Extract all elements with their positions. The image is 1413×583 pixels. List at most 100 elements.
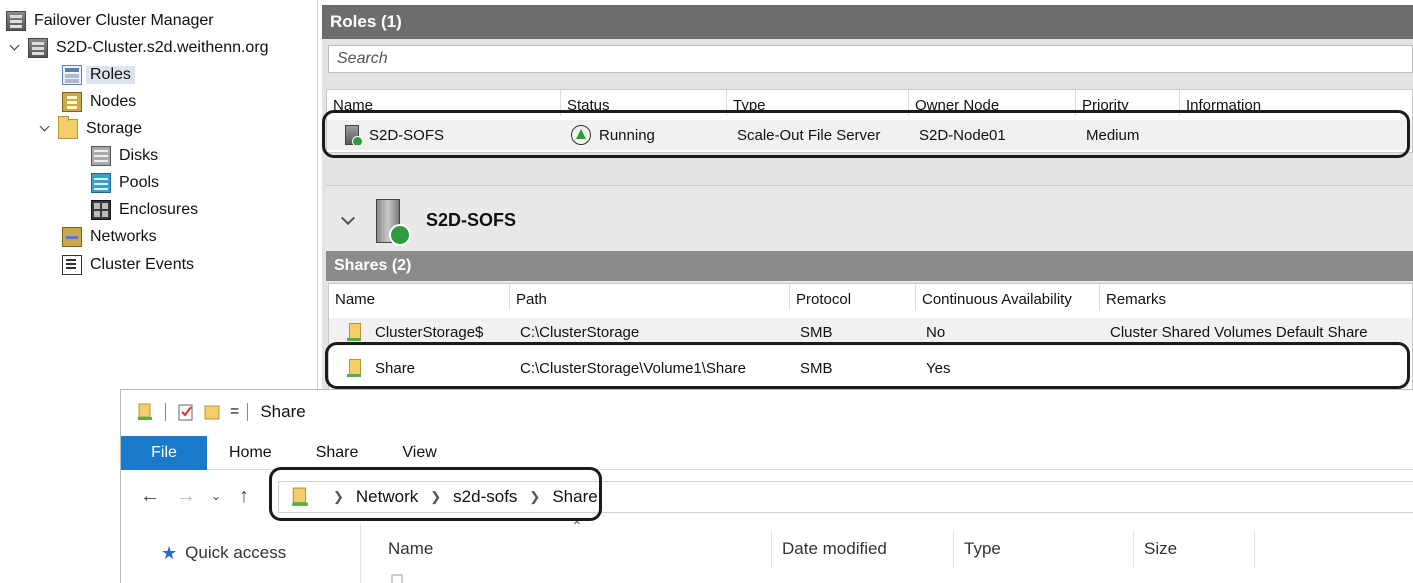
column-header-size[interactable]: Size xyxy=(1144,534,1177,564)
role-status: Running xyxy=(599,126,655,144)
chevron-down-icon[interactable] xyxy=(340,213,356,229)
tab-file[interactable]: File xyxy=(121,435,207,470)
roles-header: Roles (1) xyxy=(322,5,1413,39)
share-path: C:\ClusterStorage\Volume1\Share xyxy=(520,359,746,377)
share-protocol: SMB xyxy=(800,323,833,341)
breadcrumb-server[interactable]: s2d-sofs xyxy=(453,487,517,507)
role-detail-header: S2D-SOFS xyxy=(326,185,1413,255)
share-ca: Yes xyxy=(926,359,951,377)
column-header-type[interactable]: Type xyxy=(727,90,909,116)
tree-root-label: Failover Cluster Manager xyxy=(34,12,214,29)
shares-header: Shares (2) xyxy=(326,251,1413,281)
properties-icon[interactable] xyxy=(178,403,194,421)
column-divider[interactable] xyxy=(1133,530,1134,568)
file-list-header: ★ Quick access ⌃ Name Date modified Type… xyxy=(121,518,1413,583)
shares-title: Shares (2) xyxy=(334,257,412,274)
ribbon-tabs: File Home Share View xyxy=(121,435,1413,470)
tree-cluster-label: S2D-Cluster.s2d.weithenn.org xyxy=(56,39,269,56)
table-row[interactable]: Share C:\ClusterStorage\Volume1\Share SM… xyxy=(329,354,1412,382)
running-status-icon xyxy=(571,125,591,145)
quick-access-toolbar: = Share xyxy=(121,390,1413,434)
file-explorer-window: = Share File Home Share View ← → ⌄ ↑ ❯ N… xyxy=(120,389,1413,583)
star-icon: ★ xyxy=(161,542,178,563)
column-header-priority[interactable]: Priority xyxy=(1076,90,1180,116)
tree-item-enclosures[interactable]: Enclosures xyxy=(91,198,198,222)
enclosures-icon xyxy=(91,200,111,220)
shares-table: Name Path Protocol Continuous Availabili… xyxy=(328,283,1413,393)
tree-item-cluster-events[interactable]: Cluster Events xyxy=(62,253,194,277)
table-row[interactable]: ClusterStorage$ C:\ClusterStorage SMB No… xyxy=(329,318,1412,346)
column-header-status[interactable]: Status xyxy=(561,90,727,116)
tab-view[interactable]: View xyxy=(380,436,458,470)
breadcrumb-chevron-icon[interactable]: ❯ xyxy=(430,489,441,505)
forward-arrow-icon[interactable]: → xyxy=(173,481,199,511)
column-header-owner-node[interactable]: Owner Node xyxy=(909,90,1076,116)
tree-item-roles[interactable]: Roles xyxy=(62,63,135,87)
cluster-events-icon xyxy=(62,255,82,275)
tree-item-disks[interactable]: Disks xyxy=(91,144,158,168)
tree-item-label: Disks xyxy=(119,147,159,164)
column-header-date-modified[interactable]: Date modified xyxy=(782,534,887,564)
shared-folder-icon xyxy=(347,323,365,341)
tab-share[interactable]: Share xyxy=(294,436,381,470)
roles-title: Roles (1) xyxy=(330,12,402,31)
address-bar[interactable]: ❯ Network ❯ s2d-sofs ❯ Share xyxy=(278,481,1413,513)
tree-root[interactable]: Failover Cluster Manager xyxy=(6,9,214,33)
breadcrumb-chevron-icon[interactable]: ❯ xyxy=(529,489,540,505)
shared-folder-icon xyxy=(347,359,365,377)
breadcrumb-network[interactable]: Network xyxy=(356,487,418,507)
column-header-remarks[interactable]: Remarks xyxy=(1100,284,1412,310)
shares-table-header: Name Path Protocol Continuous Availabili… xyxy=(329,284,1412,310)
share-remarks: Cluster Shared Volumes Default Share xyxy=(1110,323,1368,341)
back-arrow-icon[interactable]: ← xyxy=(137,481,163,511)
column-header-name[interactable]: Name xyxy=(388,534,433,564)
role-priority: Medium xyxy=(1086,126,1140,144)
column-header-path[interactable]: Path xyxy=(510,284,790,310)
breadcrumb-chevron-icon[interactable]: ❯ xyxy=(333,489,344,505)
column-divider[interactable] xyxy=(1254,530,1255,568)
table-row[interactable]: S2D-SOFS Running Scale-Out File Server S… xyxy=(327,120,1412,150)
column-header-continuous-availability[interactable]: Continuous Availability xyxy=(916,284,1100,310)
cluster-icon xyxy=(28,38,48,58)
shared-folder-icon xyxy=(292,487,308,506)
share-protocol: SMB xyxy=(800,359,833,377)
role-name-cell: S2D-SOFS xyxy=(327,125,561,145)
up-arrow-icon[interactable]: ↑ xyxy=(231,481,257,511)
column-header-type[interactable]: Type xyxy=(964,534,1001,564)
new-folder-icon[interactable] xyxy=(204,403,220,421)
column-divider[interactable] xyxy=(771,530,772,568)
tree-item-label: Enclosures xyxy=(119,201,199,218)
tree-item-networks[interactable]: Networks xyxy=(62,225,157,249)
pools-icon xyxy=(91,173,111,193)
disks-icon xyxy=(91,146,111,166)
search-input[interactable]: Search xyxy=(328,45,1413,73)
column-header-name[interactable]: Name xyxy=(329,284,510,310)
tree-item-label: Nodes xyxy=(90,93,137,110)
toolbar-divider xyxy=(247,403,249,421)
share-name-cell: Share xyxy=(329,359,510,377)
role-name: S2D-SOFS xyxy=(369,126,445,144)
chevron-down-icon[interactable] xyxy=(8,41,22,55)
tree-item-pools[interactable]: Pools xyxy=(91,171,159,195)
share-path: C:\ClusterStorage xyxy=(520,323,640,341)
tree-item-label: Networks xyxy=(90,228,157,245)
chevron-down-icon[interactable] xyxy=(38,122,52,136)
recent-locations-chevron-icon[interactable]: ⌄ xyxy=(203,481,229,511)
server-icon xyxy=(345,125,363,145)
tab-home[interactable]: Home xyxy=(207,436,294,470)
quick-access-label: Quick access xyxy=(185,543,287,562)
tree-item-label: Roles xyxy=(86,66,135,84)
column-header-protocol[interactable]: Protocol xyxy=(790,284,916,310)
customize-toolbar-dropdown[interactable]: = xyxy=(230,403,239,421)
tree-item-storage[interactable]: Storage xyxy=(38,116,142,141)
roles-icon xyxy=(62,65,82,85)
column-header-name[interactable]: Name xyxy=(327,90,561,116)
quick-access-link[interactable]: ★ Quick access xyxy=(161,538,286,568)
column-divider[interactable] xyxy=(953,530,954,568)
column-header-information[interactable]: Information xyxy=(1180,90,1412,116)
tree-item-nodes[interactable]: Nodes xyxy=(62,90,136,114)
server-icon xyxy=(376,198,411,246)
role-detail-title: S2D-SOFS xyxy=(426,210,517,230)
breadcrumb-share[interactable]: Share xyxy=(552,487,597,507)
tree-cluster[interactable]: S2D-Cluster.s2d.weithenn.org xyxy=(8,36,269,60)
